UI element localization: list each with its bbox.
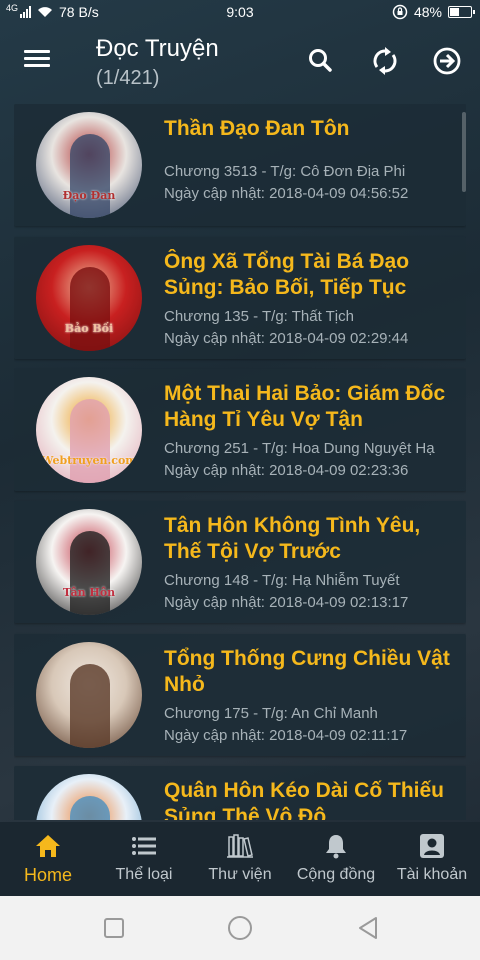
- story-cover: Webtruyen.com: [36, 377, 142, 483]
- story-updated: Ngày cập nhật: 2018-04-09 02:29:44: [164, 330, 409, 347]
- story-card[interactable]: Bảo Bối Ông Xã Tổng Tài Bá Đạo Sủng: Bảo…: [14, 237, 466, 359]
- story-list[interactable]: Đạo Đan Thần Đạo Đan Tôn Chương 3513 - T…: [14, 104, 466, 820]
- story-cover: Bảo Bối: [36, 245, 142, 351]
- nav-categories[interactable]: Thể loại: [96, 822, 192, 896]
- story-chapter: Chương 148 - T/g: Hạ Nhiễm Tuyết: [164, 572, 400, 589]
- rotation-lock-icon: [392, 4, 408, 20]
- nav-categories-label: Thể loại: [115, 866, 173, 883]
- story-title: Tổng Thống Cưng Chiều Vật Nhỏ: [164, 647, 450, 696]
- bell-icon: [326, 835, 346, 859]
- cover-text: Webtruyen.com: [41, 454, 137, 467]
- bottom-nav: Home Thể loại Thư viện Cộng đồng Tài kho…: [0, 822, 480, 896]
- story-chapter: Chương 251 - T/g: Hoa Dung Nguyệt Hạ: [164, 440, 435, 457]
- home-icon: [36, 835, 60, 857]
- refresh-button[interactable]: [368, 44, 402, 78]
- story-chapter: Chương 3513 - T/g: Cô Đơn Địa Phi: [164, 163, 406, 180]
- story-cover: Tân Hôn: [36, 509, 142, 615]
- clock: 9:03: [226, 4, 254, 20]
- app-bar: Đọc Truyện (1/421): [0, 24, 480, 100]
- nav-account-label: Tài khoản: [396, 866, 468, 883]
- nav-community-label: Cộng đồng: [296, 866, 376, 883]
- title-block: Đọc Truyện (1/421): [96, 34, 219, 92]
- system-nav-bar: [0, 896, 480, 960]
- story-updated: Ngày cập nhật: 2018-04-09 02:13:17: [164, 594, 409, 611]
- story-title: Ông Xã Tổng Tài Bá Đạo Sủng: Bảo Bối, Ti…: [164, 250, 410, 299]
- menu-icon: [20, 50, 56, 67]
- refresh-icon: [373, 47, 397, 75]
- story-updated: Ngày cập nhật: 2018-04-09 02:11:17: [164, 727, 408, 744]
- story-title: Một Thai Hai Bảo: Giám Đốc Hàng Tỉ Yêu V…: [164, 382, 446, 431]
- nav-home-label: Home: [23, 865, 72, 885]
- story-title: Thần Đạo Đan Tôn: [164, 117, 350, 140]
- story-chapter: Chương 175 - T/g: An Chỉ Manh: [164, 705, 378, 722]
- story-updated: Ngày cập nhật: 2018-04-09 02:23:36: [164, 462, 409, 479]
- story-cover: [36, 642, 142, 748]
- story-card[interactable]: Tân Hôn Tân Hôn Không Tình Yêu, Thế Tội …: [14, 501, 466, 623]
- nav-library-label: Thư viện: [208, 866, 272, 883]
- account-icon: [420, 834, 444, 858]
- battery-percent: 48%: [413, 4, 442, 20]
- story-title: Quân Hôn Kéo Dài Cố Thiếu Sủng Thê Vô Độ: [164, 779, 445, 820]
- page-counter: (1/421): [96, 67, 160, 89]
- story-cover: Đạo Đan: [36, 112, 142, 218]
- cover-figure: [70, 531, 110, 615]
- cover-text: Tân Hôn: [62, 586, 116, 599]
- recents-icon: [104, 918, 124, 938]
- recents-button[interactable]: [100, 914, 128, 942]
- list-icon: [132, 837, 156, 855]
- arrow-right-circle-icon: [433, 47, 461, 75]
- cover-figure: [70, 399, 110, 483]
- story-chapter: Chương 135 - T/g: Thất Tịch: [164, 308, 354, 325]
- story-card[interactable]: Tổng Thống Cưng Chiều Vật Nhỏ Chương 175…: [14, 634, 466, 756]
- nav-home[interactable]: Home: [0, 822, 96, 896]
- story-card[interactable]: Webtruyen.com Một Thai Hai Bảo: Giám Đốc…: [14, 369, 466, 491]
- battery-icon: [448, 6, 475, 18]
- cover-text: Bảo Bối: [64, 322, 114, 335]
- cover-figure: [70, 796, 110, 820]
- story-updated: Ngày cập nhật: 2018-04-09 04:56:52: [164, 185, 409, 202]
- cover-text: Đạo Đan: [62, 189, 116, 202]
- cover-figure: [70, 134, 110, 218]
- story-cover: [36, 774, 142, 820]
- library-icon: [227, 834, 253, 858]
- system-home-button[interactable]: [226, 914, 254, 942]
- nav-account[interactable]: Tài khoản: [384, 822, 480, 896]
- story-title: Tân Hôn Không Tình Yêu, Thế Tội Vợ Trước: [164, 514, 421, 563]
- cover-figure: [70, 267, 110, 351]
- scrollbar-thumb[interactable]: [462, 112, 466, 192]
- nav-community[interactable]: Cộng đồng: [288, 822, 384, 896]
- cover-figure: [70, 664, 110, 748]
- next-page-button[interactable]: [430, 44, 464, 78]
- home-circle-icon: [228, 916, 252, 940]
- page-title: Đọc Truyện: [96, 35, 219, 62]
- nav-library[interactable]: Thư viện: [192, 822, 288, 896]
- back-button[interactable]: [354, 914, 382, 942]
- menu-button[interactable]: [20, 46, 56, 76]
- search-button[interactable]: [304, 44, 338, 78]
- back-icon: [359, 917, 377, 939]
- search-icon: [309, 49, 332, 72]
- story-card[interactable]: Quân Hôn Kéo Dài Cố Thiếu Sủng Thê Vô Độ: [14, 766, 466, 820]
- story-card[interactable]: Đạo Đan Thần Đạo Đan Tôn Chương 3513 - T…: [14, 104, 466, 226]
- status-bar: 4G 78 B/s 9:03 48%: [0, 0, 480, 24]
